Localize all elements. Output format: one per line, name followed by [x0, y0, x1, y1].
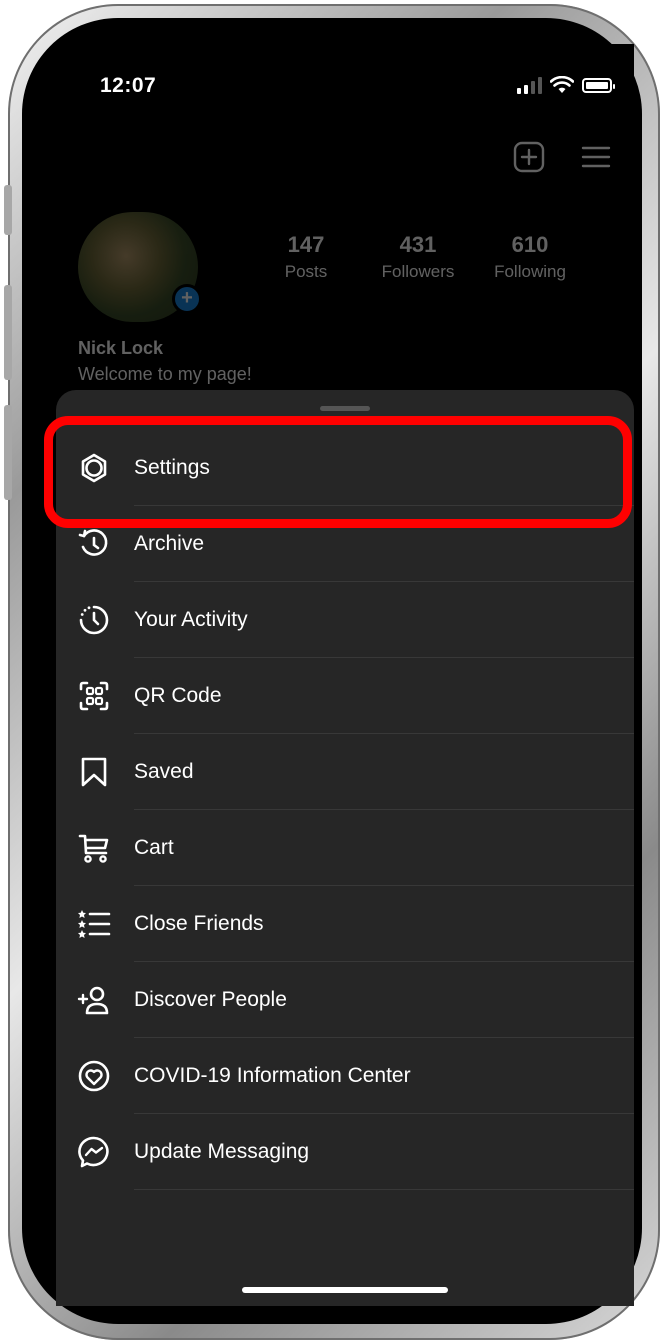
- menu-item-label: Your Activity: [134, 608, 248, 631]
- home-indicator[interactable]: [242, 1287, 448, 1293]
- stat-following[interactable]: 610 Following: [480, 232, 580, 282]
- covid-info-icon: [76, 1058, 112, 1094]
- qr-code-icon: [76, 678, 112, 714]
- close-friends-icon: [76, 906, 112, 942]
- menu-item-your-activity[interactable]: Your Activity: [56, 582, 634, 658]
- hamburger-menu-icon[interactable]: [580, 140, 612, 174]
- profile-bio: Welcome to my page!: [78, 364, 252, 384]
- menu-item-label: Update Messaging: [134, 1140, 310, 1163]
- profile-name: Nick Lock: [78, 338, 164, 358]
- profile-background: + 147 Posts 431 Followers 610 Following …: [56, 44, 634, 444]
- menu-item-cart[interactable]: Cart: [56, 810, 634, 886]
- stat-posts[interactable]: 147 Posts: [256, 232, 356, 282]
- screen: 12:07 + 147 Posts 431 Followers 610 Foll…: [56, 44, 634, 1306]
- stat-posts-label: Posts: [284, 262, 328, 281]
- stat-followers-label: Followers: [381, 262, 455, 281]
- menu-item-label: Archive: [134, 532, 205, 555]
- menu-item-saved[interactable]: Saved: [56, 734, 634, 810]
- stat-following-value: 610: [511, 232, 549, 257]
- stat-posts-value: 147: [287, 232, 325, 257]
- add-person-icon: [76, 982, 112, 1018]
- menu-item-label: Cart: [134, 836, 174, 859]
- messenger-icon: [76, 1134, 112, 1170]
- settings-highlight-box: [44, 416, 632, 528]
- stat-followers[interactable]: 431 Followers: [368, 232, 468, 282]
- menu-item-update-messaging[interactable]: Update Messaging: [56, 1114, 634, 1190]
- menu-item-label: Saved: [134, 760, 194, 783]
- menu-item-label: Close Friends: [134, 912, 264, 935]
- new-post-icon[interactable]: [512, 140, 546, 174]
- cart-icon: [76, 830, 112, 866]
- sheet-grabber[interactable]: [320, 406, 370, 411]
- menu-item-qr-code[interactable]: QR Code: [56, 658, 634, 734]
- stat-followers-value: 431: [399, 232, 437, 257]
- activity-icon: [76, 602, 112, 638]
- add-story-icon[interactable]: +: [172, 284, 202, 314]
- volume-up-button: [4, 285, 12, 380]
- menu-item-label: COVID-19 Information Center: [134, 1064, 411, 1087]
- volume-down-button: [4, 405, 12, 500]
- archive-icon: [76, 526, 112, 562]
- menu-item-close-friends[interactable]: Close Friends: [56, 886, 634, 962]
- silent-switch: [4, 185, 12, 235]
- menu-item-label: Discover People: [134, 988, 287, 1011]
- menu-item-covid-19-information-center[interactable]: COVID-19 Information Center: [56, 1038, 634, 1114]
- menu-item-label: QR Code: [134, 684, 222, 707]
- menu-item-discover-people[interactable]: Discover People: [56, 962, 634, 1038]
- stat-following-label: Following: [494, 262, 566, 281]
- bookmark-icon: [76, 754, 112, 790]
